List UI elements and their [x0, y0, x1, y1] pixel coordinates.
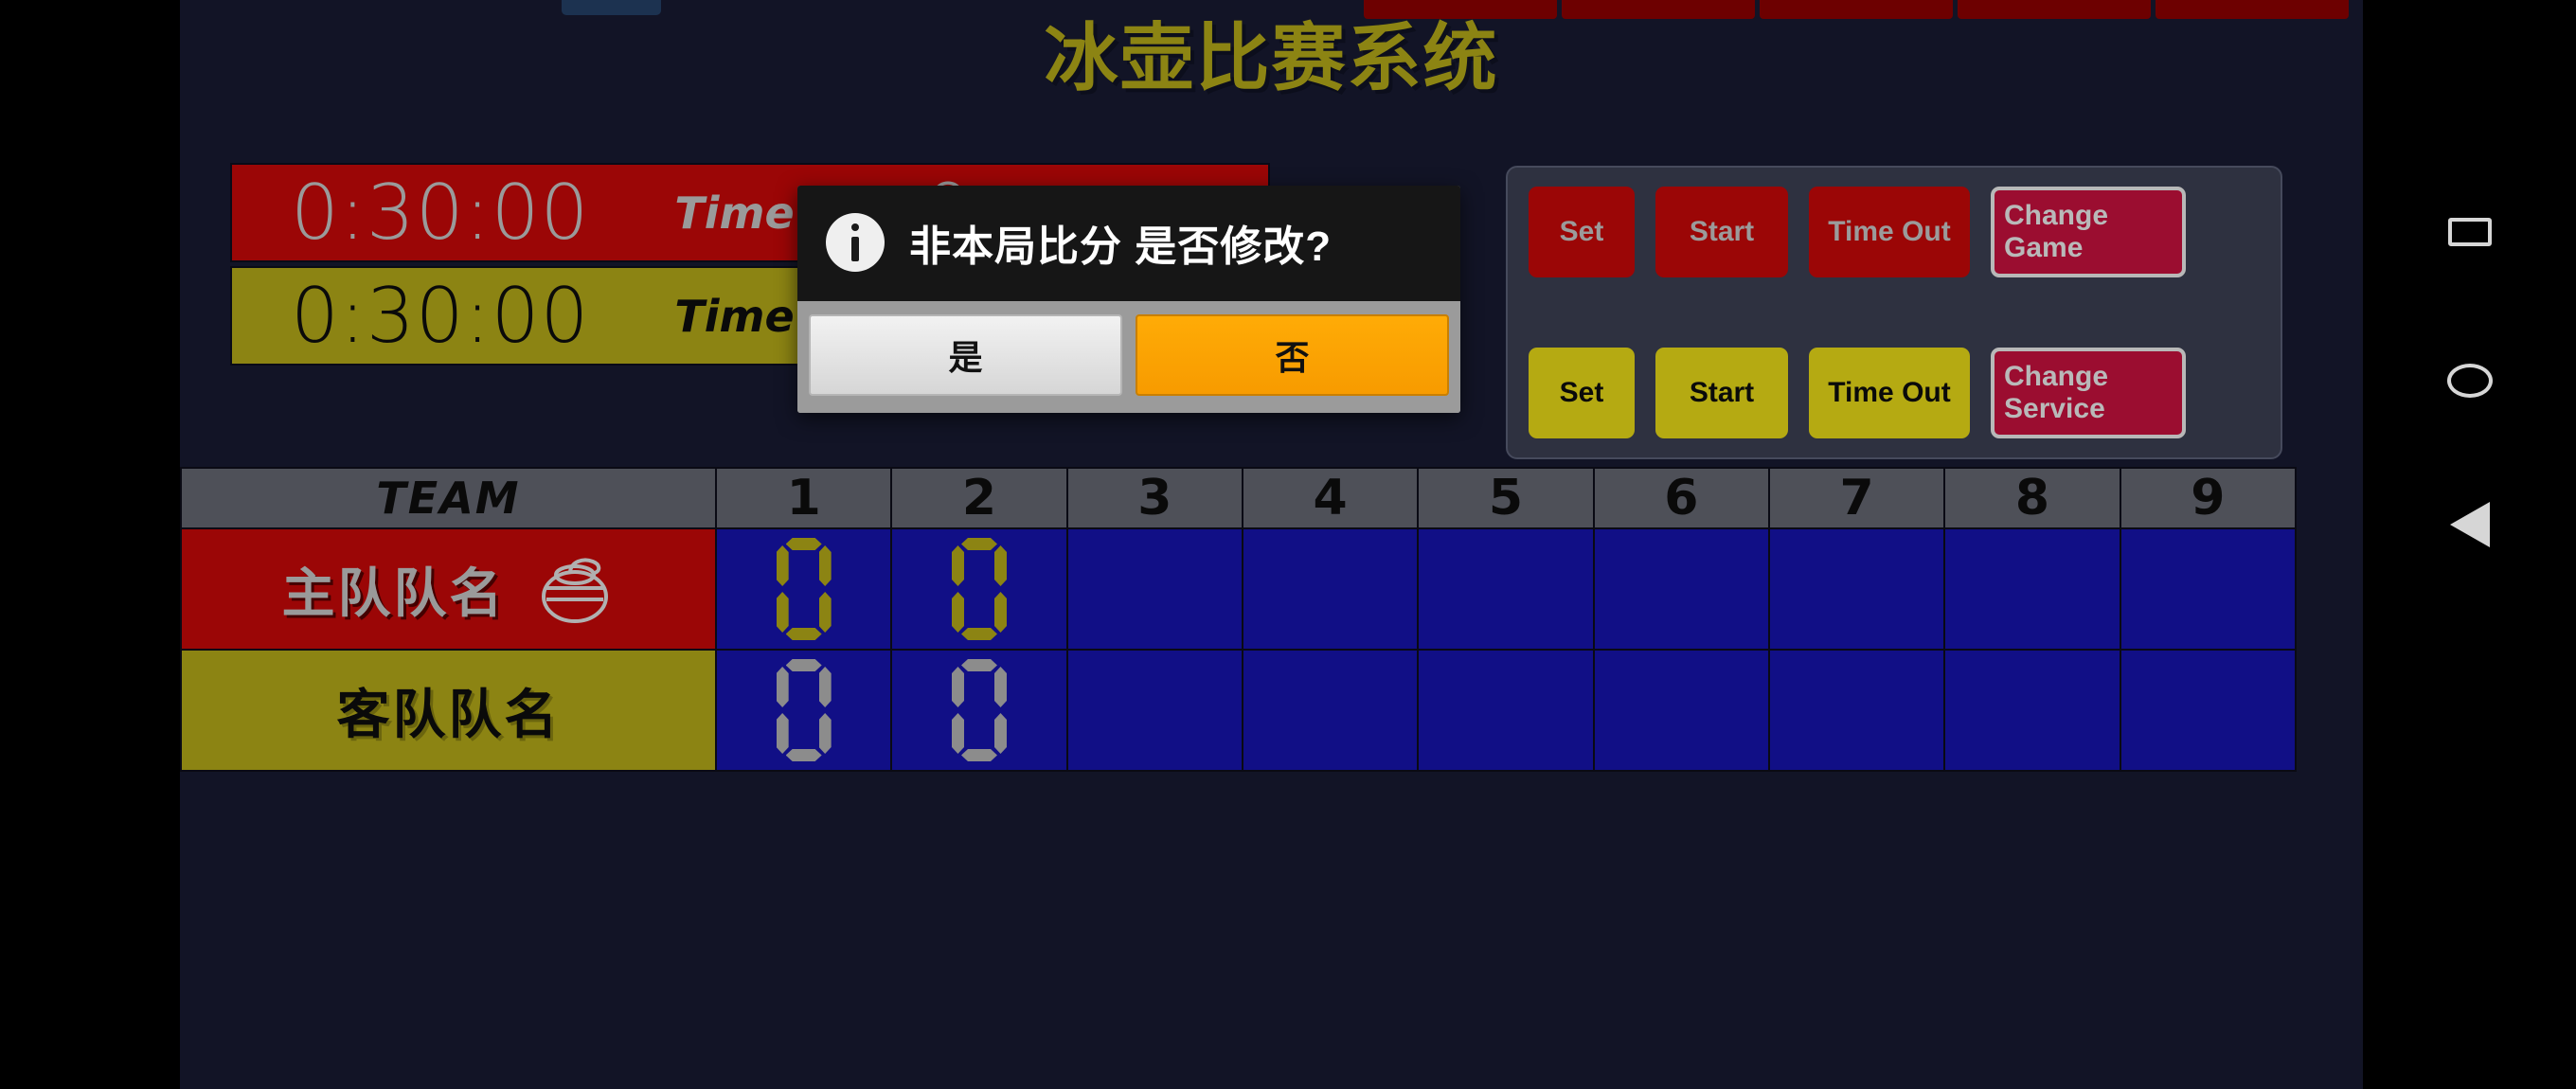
team-name-label: 主队队名	[281, 562, 506, 623]
segment-c	[993, 713, 1007, 754]
end-column-header-7: 7	[1769, 469, 1946, 527]
segment-f	[776, 667, 789, 707]
end-column-header-2: 2	[892, 469, 1068, 527]
end-column-header-1: 1	[717, 469, 893, 527]
set-button[interactable]: Set	[1529, 187, 1635, 277]
segment-a	[785, 538, 822, 550]
app-viewport: 冰壶比赛系统 0:30:00 Time Out 0 0:30:00 Time O…	[180, 0, 2363, 1089]
score-cell[interactable]	[1594, 651, 1770, 770]
square-recents-icon[interactable]	[2447, 218, 2492, 246]
set-button[interactable]: Set	[1529, 348, 1635, 438]
end-column-header-3: 3	[1067, 469, 1243, 527]
score-cell[interactable]	[1769, 529, 1946, 649]
segment-d	[960, 628, 997, 640]
segment-f	[776, 545, 789, 586]
end-column-header-4: 4	[1243, 469, 1420, 527]
away-control-row: Set Start Time Out Change Service	[1529, 348, 2260, 438]
score-cell[interactable]	[2120, 651, 2295, 770]
seven-segment-digit	[775, 538, 833, 640]
end-column-header-6: 6	[1594, 469, 1770, 527]
segment-a	[960, 659, 997, 671]
score-cell[interactable]	[1945, 529, 2121, 649]
score-cell[interactable]	[892, 651, 1068, 770]
start-button[interactable]: Start	[1655, 348, 1788, 438]
score-cell[interactable]	[1067, 651, 1243, 770]
score-cell[interactable]	[1945, 651, 2121, 770]
score-cell[interactable]	[1769, 651, 1946, 770]
end-column-header-9: 9	[2120, 469, 2295, 527]
cutoff-red-segment	[2156, 0, 2349, 19]
circle-home-icon[interactable]	[2446, 364, 2493, 398]
score-cell[interactable]	[1594, 529, 1770, 649]
segment-d	[960, 749, 997, 761]
segment-a	[960, 538, 997, 550]
segment-c	[818, 592, 832, 633]
confirm-dialog: 非本局比分 是否修改? 是 否	[797, 186, 1460, 413]
segment-d	[785, 628, 822, 640]
page-title: 冰壶比赛系统	[1044, 16, 1499, 99]
dialog-no-button[interactable]: 否	[1136, 314, 1449, 396]
segment-b	[818, 545, 832, 586]
score-cell[interactable]	[1243, 651, 1420, 770]
score-cell[interactable]	[717, 529, 893, 649]
score-cell[interactable]	[1419, 529, 1595, 649]
dialog-yes-button[interactable]: 是	[809, 314, 1122, 396]
table-header-row: TEAM 1 2 3 4 5 6 7 8 9	[182, 469, 2295, 527]
control-panel: Set Start Time Out Change Game Set Start Time…	[1506, 166, 2282, 459]
segment-b	[993, 545, 1007, 586]
team-name-cell[interactable]: 客队队名	[182, 651, 717, 770]
segment-c	[818, 713, 832, 754]
seven-segment-digit	[775, 659, 833, 761]
score-cell[interactable]	[1243, 529, 1420, 649]
segment-b	[993, 667, 1007, 707]
away-clock: 0:30:00	[291, 271, 590, 360]
cutoff-top-blue-element	[562, 0, 661, 15]
left-gutter	[0, 0, 180, 1089]
curling-stone-icon	[541, 558, 608, 623]
triangle-back-icon[interactable]	[2449, 502, 2490, 547]
team-column-header: TEAM	[182, 469, 717, 527]
cutoff-red-segment	[1958, 0, 2151, 19]
change-game-button[interactable]: Change Game	[1991, 187, 2186, 277]
home-clock: 0:30:00	[291, 168, 590, 257]
cutoff-top-red-strip	[1364, 0, 2349, 19]
dialog-message-area: 非本局比分 是否修改?	[797, 186, 1460, 301]
score-table: TEAM 1 2 3 4 5 6 7 8 9 主队队名 客队队名	[180, 467, 2297, 772]
segment-e	[951, 713, 964, 754]
end-column-header-5: 5	[1419, 469, 1595, 527]
end-column-header-8: 8	[1945, 469, 2121, 527]
time-out-button[interactable]: Time Out	[1809, 187, 1970, 277]
segment-e	[776, 713, 789, 754]
cutoff-red-segment	[1760, 0, 1953, 19]
phone-screen: 冰壶比赛系统 0:30:00 Time Out 0 0:30:00 Time O…	[0, 0, 2576, 1089]
score-cell[interactable]	[1067, 529, 1243, 649]
score-cell[interactable]	[1419, 651, 1595, 770]
table-row[interactable]: 客队队名	[182, 649, 2295, 770]
android-nav-bar	[2363, 0, 2576, 1089]
score-cell[interactable]	[892, 529, 1068, 649]
segment-a	[785, 659, 822, 671]
segment-e	[951, 592, 964, 633]
table-row[interactable]: 主队队名	[182, 527, 2295, 649]
score-cell[interactable]	[717, 651, 893, 770]
cutoff-red-segment	[1562, 0, 1755, 19]
home-control-row: Set Start Time Out Change Game	[1529, 187, 2260, 277]
segment-f	[951, 667, 964, 707]
segment-c	[993, 592, 1007, 633]
dialog-message: 非本局比分 是否修改?	[909, 223, 1333, 270]
segment-b	[818, 667, 832, 707]
change-service-button[interactable]: Change Service	[1991, 348, 2186, 438]
seven-segment-digit	[950, 538, 1009, 640]
seven-segment-digit	[950, 659, 1009, 761]
team-name-label: 客队队名	[336, 684, 561, 744]
dialog-actions: 是 否	[797, 301, 1460, 413]
info-icon	[826, 213, 885, 272]
segment-e	[776, 592, 789, 633]
score-cell[interactable]	[2120, 529, 2295, 649]
segment-d	[785, 749, 822, 761]
time-out-button[interactable]: Time Out	[1809, 348, 1970, 438]
start-button[interactable]: Start	[1655, 187, 1788, 277]
team-name-cell[interactable]: 主队队名	[182, 529, 717, 649]
segment-f	[951, 545, 964, 586]
